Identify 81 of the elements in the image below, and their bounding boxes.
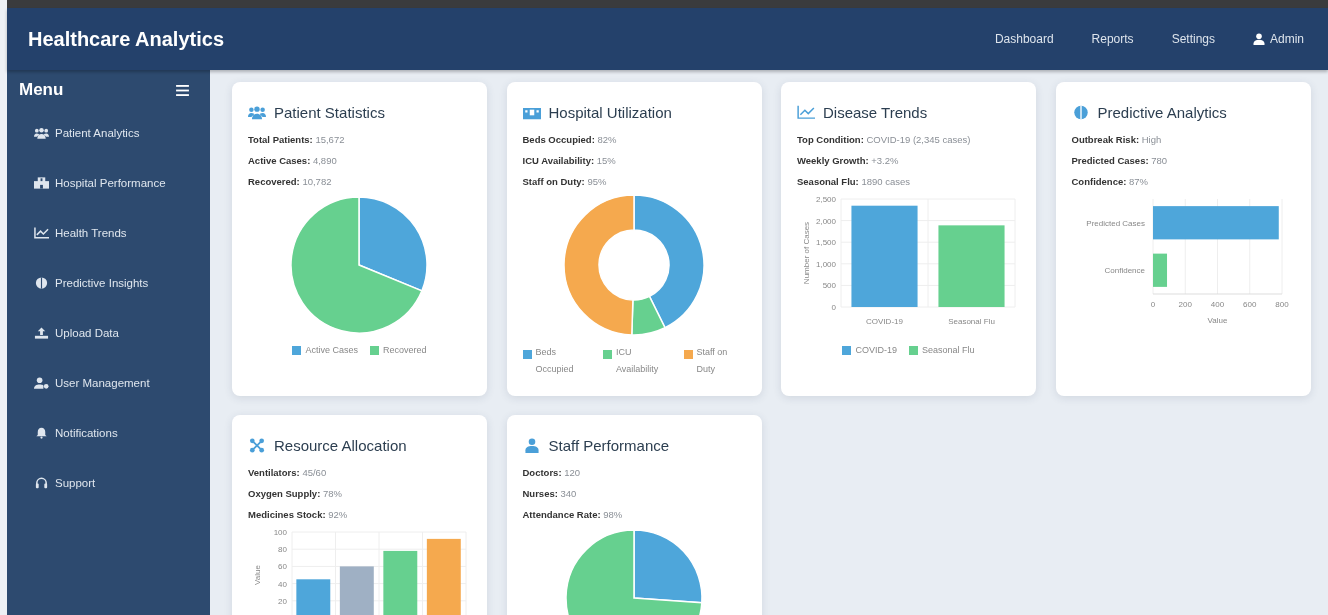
axis-tick-label: 1,500	[815, 238, 836, 248]
sidebar-item[interactable]: Upload Data	[19, 308, 196, 358]
nav-link[interactable]: Settings	[1171, 32, 1215, 46]
stat-line: Beds Occupied: 82%	[522, 133, 617, 146]
axis-title: Value	[253, 565, 262, 585]
users-icon	[248, 104, 266, 120]
user-gear-icon	[34, 377, 49, 389]
stat-line: Nurses: 340	[522, 487, 577, 500]
stat-line: Doctors: 120	[522, 466, 581, 479]
stat-line: Total Patients: 15,672	[248, 133, 345, 146]
sidebar-item[interactable]: Health Trends	[19, 208, 196, 258]
menu-title: Menu	[19, 80, 64, 100]
legend-label: COVID-19	[855, 344, 897, 357]
stat-line: Medicines Stock: 92%	[248, 508, 348, 521]
axis-tick-label: 20	[278, 596, 287, 606]
axis-tick-label: 40	[278, 579, 287, 589]
user-icon	[1253, 33, 1265, 45]
stat-line: Ventilators: 45/60	[248, 466, 327, 479]
nav-link[interactable]: Reports	[1091, 32, 1134, 46]
card-title: Disease Trends	[823, 103, 928, 121]
axis-tick-label: 80	[278, 545, 287, 555]
card-title: Predictive Analytics	[1097, 103, 1227, 121]
user-menu[interactable]: Admin	[1253, 32, 1304, 46]
axis-tick-label: 0	[831, 303, 836, 312]
menu-icon[interactable]	[176, 84, 189, 96]
stat-line: Recovered: 10,782	[248, 175, 332, 188]
axis-tick-label: 60	[278, 562, 287, 572]
stat-line: Top Condition: COVID-19 (2,345 cases)	[797, 133, 971, 146]
axis-tick-label: Seasonal Flu	[948, 317, 995, 326]
axis-title: Number of Cases	[802, 221, 811, 285]
axis-tick-label: 600	[1242, 300, 1256, 309]
stat-line: Staff on Duty: 95%	[522, 175, 607, 188]
card-title: Staff Performance	[548, 436, 670, 454]
card-title: Resource Allocation	[274, 436, 407, 454]
stat-line: Active Cases: 4,890	[248, 154, 337, 167]
hospital-icon	[34, 177, 49, 189]
sidebar-item[interactable]: Patient Analytics	[19, 108, 196, 158]
legend-label: Seasonal Flu	[922, 344, 975, 357]
axis-tick-label: Predicted Cases	[1085, 218, 1145, 228]
line-chart-icon	[797, 104, 815, 120]
axis-title: Value	[1207, 316, 1227, 325]
sidebar-item[interactable]: Notifications	[19, 408, 196, 458]
legend-label: ICU Availability	[616, 346, 660, 376]
stat-line: ICU Availability: 15%	[522, 154, 616, 167]
axis-tick-label: 2,500	[815, 195, 836, 204]
stat-line: Predicted Cases: 780	[1071, 154, 1168, 167]
sidebar-item[interactable]: Predictive Insights	[19, 258, 196, 308]
card-title: Patient Statistics	[274, 103, 385, 121]
card-title: Hospital Utilization	[548, 103, 672, 121]
axis-tick-label: Confidence	[1104, 266, 1145, 276]
stat-line: Oxygen Supply: 78%	[248, 487, 342, 500]
legend-label: Recovered	[383, 344, 427, 357]
network-icon	[248, 437, 266, 453]
axis-tick-label: COVID-19	[866, 317, 903, 326]
axis-tick-label: 200	[1178, 300, 1192, 309]
nav-link[interactable]: Dashboard	[994, 32, 1054, 46]
axis-tick-label: 2,000	[815, 216, 836, 226]
axis-tick-label: 800	[1274, 300, 1289, 309]
legend-label: Staff on Duty	[696, 346, 729, 376]
axis-tick-label: 0	[1150, 300, 1155, 309]
headset-icon	[34, 477, 49, 489]
legend-label: Beds Occupied	[535, 346, 575, 376]
axis-tick-label: 1,000	[815, 259, 836, 269]
legend-label: Active Cases	[305, 344, 358, 357]
stat-line: Attendance Rate: 98%	[522, 508, 623, 521]
sidebar-item[interactable]: Support	[19, 458, 196, 508]
axis-tick-label: 100	[273, 528, 287, 537]
stat-line: Weekly Growth: +3.2%	[797, 154, 899, 167]
users-icon	[34, 127, 49, 139]
sidebar-item[interactable]: User Management	[19, 358, 196, 408]
bell-icon	[34, 427, 49, 439]
axis-tick-label: 400	[1210, 300, 1224, 309]
line-chart-icon	[34, 227, 49, 239]
upload-icon	[34, 327, 49, 339]
stat-line: Confidence: 87%	[1071, 175, 1149, 188]
stat-line: Seasonal Flu: 1890 cases	[797, 175, 910, 188]
app-title: Healthcare Analytics	[28, 27, 224, 51]
axis-tick-label: 500	[822, 281, 836, 291]
sidebar-item[interactable]: Hospital Performance	[19, 158, 196, 208]
stat-line: Outbreak Risk: High	[1071, 133, 1162, 146]
user-icon	[522, 437, 541, 453]
